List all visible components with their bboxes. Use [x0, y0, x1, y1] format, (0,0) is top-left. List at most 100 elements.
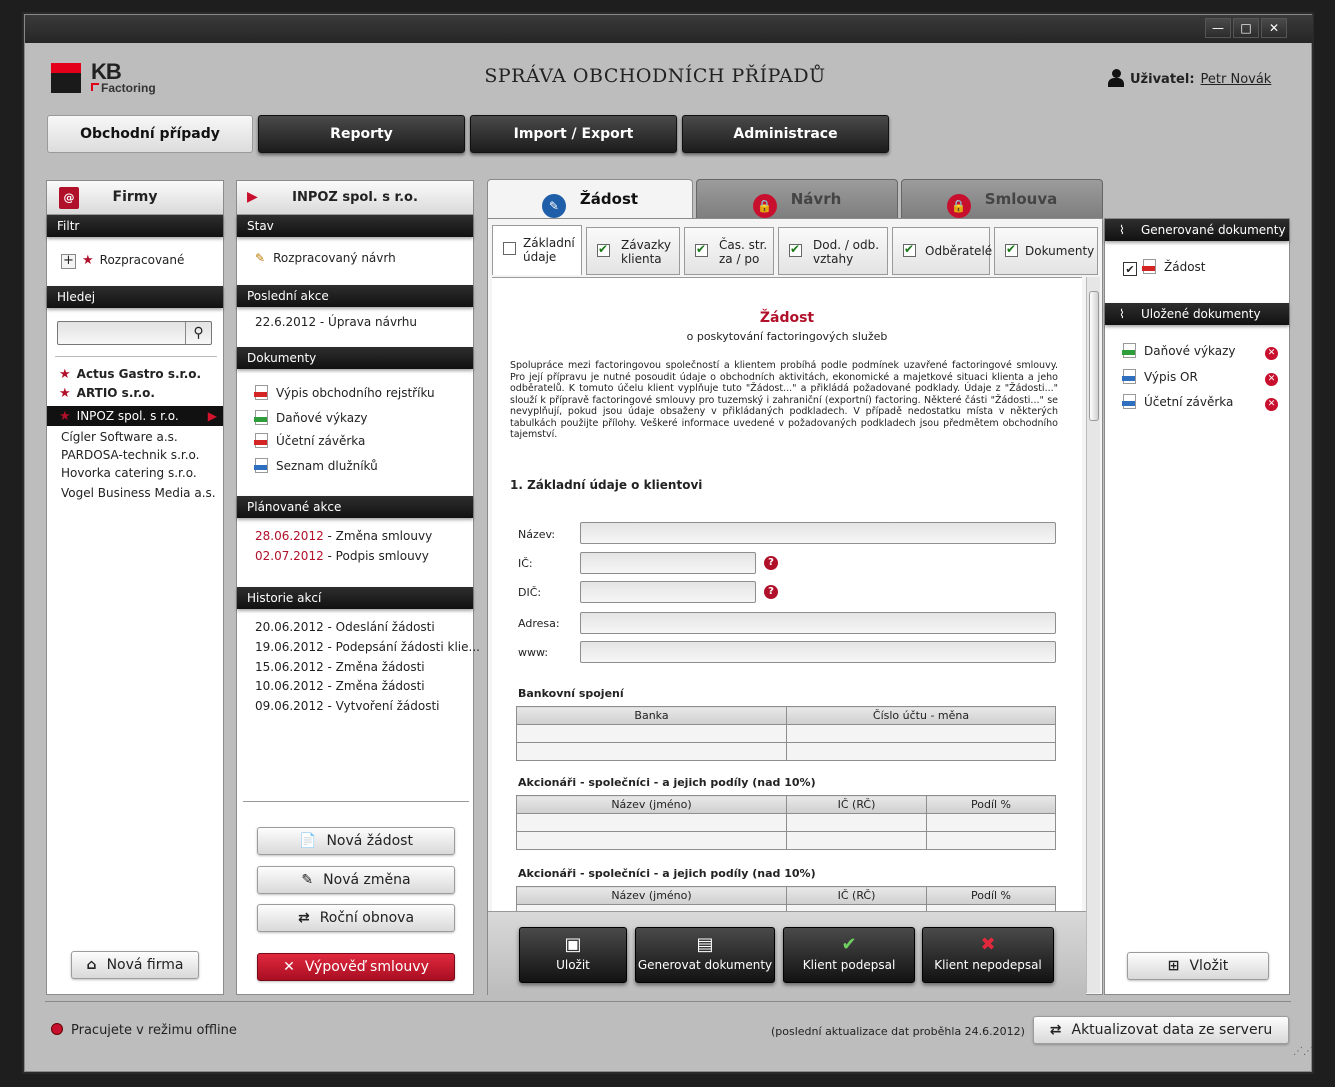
subtab-label-2: vztahy: [813, 252, 854, 266]
firm-item[interactable]: ★ ARTIO s.r.o.: [59, 386, 155, 401]
document-icon: ▤: [696, 934, 714, 955]
history-item[interactable]: 15.06.2012 - Změna žádosti: [255, 660, 425, 674]
sync-icon: ⇄: [1049, 1022, 1062, 1038]
user-name-link[interactable]: Petr Novák: [1201, 72, 1272, 87]
person-x-icon: ✖: [980, 934, 996, 955]
minimize-button[interactable]: —: [1205, 18, 1231, 38]
table-cell[interactable]: [926, 831, 1056, 850]
play-icon: ▶: [247, 189, 258, 205]
history-item[interactable]: 20.06.2012 - Odeslání žádosti: [255, 620, 435, 634]
subtab-zakladni-udaje[interactable]: Základní údaje: [492, 225, 582, 275]
subtab-label-2: údaje: [523, 250, 557, 264]
new-change-button[interactable]: ✎ Nová změna: [257, 866, 455, 894]
tab-smlouva[interactable]: 🔒 Smlouva: [901, 179, 1103, 219]
close-button[interactable]: ✕: [1261, 18, 1287, 38]
subtab-zavazky[interactable]: Závazkyklienta: [586, 227, 680, 275]
offline-text: Pracujete v režimu offline: [71, 1023, 237, 1038]
tab-navrh[interactable]: 🔒 Návrh: [696, 179, 898, 219]
generate-documents-button[interactable]: ▤ Generovat dokumenty: [635, 927, 775, 983]
nav-tab-import-export[interactable]: Import / Export: [470, 115, 677, 153]
akcionari-table: Název (jméno) IČ (RČ) Podíl %: [516, 795, 1056, 850]
planned-text: - Změna smlouvy: [323, 529, 433, 543]
table-cell[interactable]: [516, 742, 787, 761]
history-item[interactable]: 10.06.2012 - Změna žádosti: [255, 679, 425, 693]
firm-item[interactable]: PARDOSA-technik s.r.o.: [61, 448, 199, 462]
annual-renewal-button[interactable]: ⇄ Roční obnova: [257, 904, 455, 932]
subtab-label-2: za / po: [719, 252, 760, 266]
checkbox-checked-icon[interactable]: ✔: [1123, 262, 1137, 276]
nav-tab-reporty[interactable]: Reporty: [258, 115, 465, 153]
table-cell[interactable]: [786, 724, 1056, 743]
expand-plus-icon[interactable]: +: [61, 254, 76, 269]
table-cell[interactable]: [516, 831, 787, 850]
save-button[interactable]: ▣ Uložit: [519, 927, 627, 983]
new-request-button[interactable]: 📄 Nová žádost: [257, 827, 455, 855]
tab-zadost[interactable]: ✎ Žádost: [487, 179, 693, 219]
resize-grip-icon[interactable]: ⋰⋰: [1293, 1047, 1313, 1057]
update-server-button[interactable]: ⇄ Aktualizovat data ze serveru: [1033, 1016, 1289, 1044]
scrollbar-thumb[interactable]: [1089, 291, 1099, 421]
nav-tab-obchodni-pripady[interactable]: Obchodní případy: [47, 115, 253, 153]
maximize-button[interactable]: □: [1233, 18, 1259, 38]
document-item[interactable]: Výpis obchodního rejstříku: [254, 385, 435, 400]
table-cell[interactable]: [786, 742, 1056, 761]
client-signed-button[interactable]: ✔ Klient podepsal: [783, 927, 915, 983]
www-field[interactable]: [580, 641, 1056, 663]
firmy-title: Firmy: [112, 189, 158, 205]
table-cell[interactable]: [926, 813, 1056, 832]
firm-item[interactable]: Cígler Software a.s.: [61, 430, 178, 444]
search-box: ⚲: [57, 321, 212, 345]
table-cell[interactable]: [786, 831, 927, 850]
saved-docs-header: ⌇ Uložené dokumenty: [1105, 303, 1289, 325]
saved-doc-label: Daňové výkazy: [1144, 344, 1236, 358]
saved-doc-item[interactable]: Účetní závěrka: [1122, 394, 1234, 409]
nazev-field[interactable]: [580, 522, 1056, 544]
tab-zadost-label: Žádost: [579, 190, 639, 208]
subtab-cas-str[interactable]: Čas. str.za / po: [684, 227, 774, 275]
document-item[interactable]: Účetní závěrka: [254, 433, 365, 448]
help-icon[interactable]: ?: [764, 585, 778, 599]
help-icon[interactable]: ?: [764, 556, 778, 570]
search-input[interactable]: [58, 322, 184, 344]
delete-icon[interactable]: ✕: [1265, 347, 1278, 360]
table-cell[interactable]: [786, 813, 927, 832]
planned-action[interactable]: 28.06.2012 - Změna smlouvy: [255, 529, 432, 543]
delete-icon[interactable]: ✕: [1265, 398, 1278, 411]
subtab-dod-odb[interactable]: Dod. / odb.vztahy: [778, 227, 888, 275]
offline-indicator-icon: [51, 1023, 63, 1035]
adresa-field[interactable]: [580, 612, 1056, 634]
firm-item[interactable]: ★ Actus Gastro s.r.o.: [59, 367, 201, 382]
new-firm-button[interactable]: ⌂ Nová firma: [71, 951, 199, 979]
client-not-signed-button[interactable]: ✖ Klient nepodepsal: [922, 927, 1054, 983]
subtab-dokumenty[interactable]: Dokumenty: [994, 227, 1098, 275]
filter-item-rozpracovane[interactable]: + ★ Rozpracované: [61, 253, 184, 269]
search-header: Hledej: [47, 286, 223, 308]
document-item[interactable]: Seznam dlužníků: [254, 458, 378, 473]
planned-action[interactable]: 02.07.2012 - Podpis smlouvy: [255, 549, 429, 563]
table-cell[interactable]: [516, 813, 787, 832]
doc-file-icon: [254, 458, 268, 473]
history-item[interactable]: 19.06.2012 - Podepsání žádosti klie...: [255, 640, 480, 654]
label-dic: DIČ:: [518, 586, 542, 599]
ic-field[interactable]: [580, 552, 756, 574]
saved-doc-item[interactable]: Výpis OR: [1122, 369, 1198, 384]
subtab-odberatele[interactable]: Odběratelé: [892, 227, 992, 275]
firm-item[interactable]: Hovorka catering s.r.o.: [61, 466, 197, 480]
firm-item[interactable]: Vogel Business Media a.s.: [61, 486, 216, 500]
generated-doc-item[interactable]: ✔ Žádost: [1123, 259, 1206, 276]
document-item[interactable]: Daňové výkazy: [254, 410, 368, 425]
insert-button[interactable]: ⊞ Vložit: [1127, 952, 1269, 980]
search-icon[interactable]: ⚲: [185, 322, 211, 344]
scrollbar[interactable]: [1086, 277, 1100, 993]
nav-tab-administrace[interactable]: Administrace: [682, 115, 889, 153]
dic-field[interactable]: [580, 581, 756, 603]
saved-doc-item[interactable]: Daňové výkazy: [1122, 343, 1236, 358]
saved-doc-label: Účetní závěrka: [1144, 395, 1234, 409]
table-cell[interactable]: [516, 724, 787, 743]
documents-panel: ⌇ Generované dokumenty ✔ Žádost ⌇ Uložené d…: [1104, 218, 1290, 995]
delete-icon[interactable]: ✕: [1265, 373, 1278, 386]
history-item[interactable]: 09.06.2012 - Vytvoření žádosti: [255, 699, 440, 713]
close-x-icon: ✕: [283, 959, 295, 975]
terminate-contract-button[interactable]: ✕ Výpověď smlouvy: [257, 953, 455, 981]
firm-item-selected[interactable]: ★ INPOZ spol. s r.o. ▶: [47, 406, 223, 426]
